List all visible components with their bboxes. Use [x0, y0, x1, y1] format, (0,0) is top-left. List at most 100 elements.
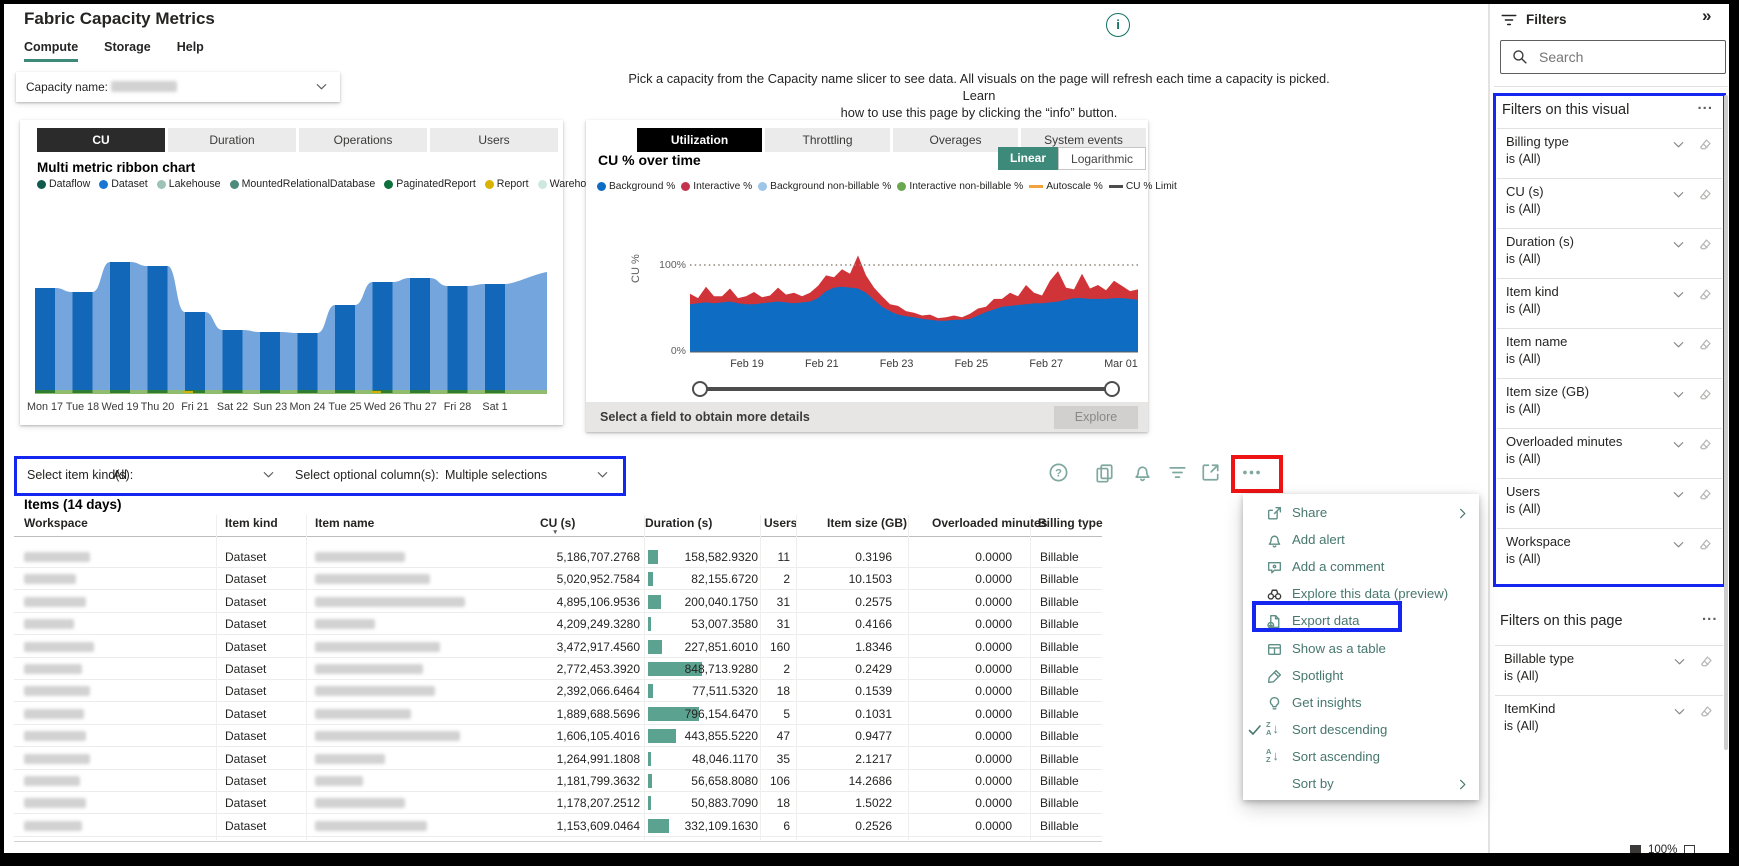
eraser-icon[interactable]	[1698, 237, 1713, 252]
visual-filter-card-users[interactable]: Users is (All)	[1497, 478, 1722, 528]
eraser-icon[interactable]	[1699, 704, 1714, 719]
visual-filter-card-item-size-gb[interactable]: Item size (GB) is (All)	[1497, 378, 1722, 428]
table-row[interactable]: Dataset 1,264,991.1808 48,046.1170 35 2.1217…	[14, 748, 1102, 770]
page-filter-card-billable-type[interactable]: Billable type is (All)	[1495, 645, 1723, 695]
menu-item-add-alert[interactable]: Add alert	[1243, 527, 1479, 554]
menu-item-show-as-a-table[interactable]: Show as a table	[1243, 636, 1479, 663]
alert-icon[interactable]	[1132, 462, 1153, 483]
ribbon-legend-paginatedreport[interactable]: PaginatedReport	[384, 178, 476, 190]
column-header-cu-s[interactable]: CU (s)	[540, 516, 575, 530]
focus-mode-icon[interactable]	[1200, 462, 1221, 483]
page-section-more-icon[interactable]: ...	[1702, 607, 1718, 624]
ribbon-legend-report[interactable]: Report	[484, 178, 529, 190]
chevron-down-icon[interactable]	[1671, 187, 1686, 202]
optional-columns-dropdown[interactable]: Multiple selections	[445, 468, 595, 482]
table-row[interactable]: Dataset 1,606,105.4016 443,855.5220 47 0.947…	[14, 725, 1102, 748]
table-row[interactable]: Dataset 5,020,952.7584 82,155.6720 2 10.1503…	[14, 568, 1102, 591]
column-header-billing-type[interactable]: Billing type	[1038, 516, 1103, 530]
scale-button-linear[interactable]: Linear	[998, 147, 1059, 170]
scale-button-logarithmic[interactable]: Logarithmic	[1058, 147, 1147, 170]
menu-item-spotlight[interactable]: Spotlight	[1243, 663, 1479, 690]
ribbon-tab-operations[interactable]: Operations	[299, 128, 427, 152]
cu-legend-background-non-billable[interactable]: Background non-billable %	[758, 181, 891, 192]
table-row[interactable]: Dataset 1,178,207.2512 50,883.7090 18 1.5022…	[14, 792, 1102, 815]
visual-filter-card-duration-s[interactable]: Duration (s) is (All)	[1497, 228, 1722, 278]
filters-search-input[interactable]	[1500, 40, 1726, 74]
item-kind-dropdown[interactable]: All	[113, 468, 253, 482]
menu-item-get-insights[interactable]: Get insights	[1243, 690, 1479, 717]
table-row[interactable]: Dataset 1,153,609.0464 332,109.1630 6 0.2526…	[14, 815, 1102, 837]
time-range-slider-track[interactable]	[700, 387, 1112, 391]
eraser-icon[interactable]	[1698, 387, 1713, 402]
table-row[interactable]: Dataset 4,209,249.3280 53,007.3580 31 0.4166…	[14, 613, 1102, 636]
table-row[interactable]: Dataset 3,472,917.4560 227,851.6010 160 1.83…	[14, 636, 1102, 658]
column-header-item-kind[interactable]: Item kind	[225, 516, 278, 530]
visual-filter-card-overloaded-minutes[interactable]: Overloaded minutes is (All)	[1497, 428, 1722, 478]
ribbon-tab-users[interactable]: Users	[430, 128, 558, 152]
help-icon[interactable]: ?	[1048, 462, 1069, 483]
menu-item-add-a-comment[interactable]: Add a comment	[1243, 554, 1479, 581]
visual-filter-card-workspace[interactable]: Workspace is (All)	[1497, 528, 1722, 578]
eraser-icon[interactable]	[1698, 137, 1713, 152]
column-header-workspace[interactable]: Workspace	[24, 516, 88, 530]
optional-columns-chevron-icon[interactable]	[595, 467, 610, 482]
time-range-slider-handle-left[interactable]	[692, 381, 708, 397]
copy-icon[interactable]	[1094, 462, 1115, 483]
cu-legend-interactive-non-billable[interactable]: Interactive non-billable %	[897, 181, 1023, 192]
capacity-name-value-redacted[interactable]	[111, 81, 177, 92]
table-row[interactable]: Dataset 1,181,799.3632 56,658.8080 106 14.26…	[14, 770, 1102, 792]
menu-item-sort-ascending[interactable]: A Z ↓ Sort ascending	[1243, 744, 1479, 771]
pane-scrollbar[interactable]	[1724, 95, 1728, 750]
table-row[interactable]: Dataset 4,895,106.9536 200,040.1750 31 0.257…	[14, 591, 1102, 613]
visual-filter-card-cu-s[interactable]: CU (s) is (All)	[1497, 178, 1722, 228]
visual-section-more-icon[interactable]: ...	[1697, 96, 1713, 113]
cu-chart-plot[interactable]	[690, 210, 1138, 355]
chevron-down-icon[interactable]	[1671, 437, 1686, 452]
nav-tab-help[interactable]: Help	[177, 40, 204, 54]
chevron-down-icon[interactable]	[1671, 487, 1686, 502]
ribbon-legend-dataflow[interactable]: Dataflow	[37, 178, 90, 190]
cu-legend-interactive[interactable]: Interactive %	[681, 181, 752, 192]
chevron-down-icon[interactable]	[1671, 287, 1686, 302]
column-header-duration-s[interactable]: Duration (s)	[645, 516, 712, 530]
eraser-icon[interactable]	[1698, 337, 1713, 352]
chevron-down-icon[interactable]	[1671, 537, 1686, 552]
page-filter-card-itemkind[interactable]: ItemKind is (All)	[1495, 695, 1723, 745]
visual-filter-card-item-name[interactable]: Item name is (All)	[1497, 328, 1722, 378]
visual-filter-card-billing-type[interactable]: Billing type is (All)	[1497, 128, 1722, 178]
time-range-slider-handle-right[interactable]	[1104, 381, 1120, 397]
cu-legend-autoscale[interactable]: Autoscale %	[1029, 181, 1103, 192]
cu-tab-throttling[interactable]: Throttling	[765, 128, 890, 152]
ribbon-legend-dataset[interactable]: Dataset	[99, 178, 148, 190]
ribbon-legend-lakehouse[interactable]: Lakehouse	[156, 178, 221, 190]
table-row[interactable]: Dataset 2,772,453.3920 848,713.9280 2 0.2429…	[14, 658, 1102, 680]
ribbon-chart-plot[interactable]	[34, 196, 548, 397]
eraser-icon[interactable]	[1698, 437, 1713, 452]
table-row[interactable]: Dataset 2,392,066.6464 77,511.5320 18 0.1539…	[14, 680, 1102, 703]
collapse-pane-icon[interactable]: »	[1702, 6, 1711, 26]
eraser-icon[interactable]	[1698, 287, 1713, 302]
filter-icon[interactable]	[1167, 462, 1188, 483]
explore-button[interactable]: Explore	[1054, 406, 1138, 429]
column-header-item-size-gb[interactable]: Item size (GB)	[827, 516, 907, 530]
cu-legend-cu-limit[interactable]: CU % Limit	[1108, 181, 1177, 192]
item-kind-chevron-icon[interactable]	[261, 467, 276, 482]
chevron-down-icon[interactable]	[1671, 137, 1686, 152]
chevron-down-icon[interactable]	[1671, 337, 1686, 352]
menu-item-sort-descending[interactable]: Z A ↓ Sort descending	[1243, 717, 1479, 744]
ribbon-legend-mountedrelationaldatabase[interactable]: MountedRelationalDatabase	[229, 178, 375, 190]
eraser-icon[interactable]	[1698, 537, 1713, 552]
column-header-item-name[interactable]: Item name	[315, 516, 374, 530]
nav-tab-compute[interactable]: Compute	[24, 40, 79, 62]
chevron-down-icon[interactable]	[1671, 387, 1686, 402]
chevron-down-icon[interactable]	[1672, 654, 1687, 669]
cu-tab-utilization[interactable]: Utilization	[637, 128, 762, 152]
menu-item-share[interactable]: Share	[1243, 500, 1479, 527]
chevron-down-icon[interactable]	[1671, 237, 1686, 252]
eraser-icon[interactable]	[1698, 487, 1713, 502]
table-row[interactable]: Dataset 5,186,707.2768 158,582.9320 11 0.319…	[14, 546, 1102, 568]
cu-legend-background[interactable]: Background %	[597, 181, 675, 192]
visual-filter-card-item-kind[interactable]: Item kind is (All)	[1497, 278, 1722, 328]
capacity-dropdown-chevron-icon[interactable]	[314, 79, 329, 94]
ribbon-tab-duration[interactable]: Duration	[168, 128, 296, 152]
